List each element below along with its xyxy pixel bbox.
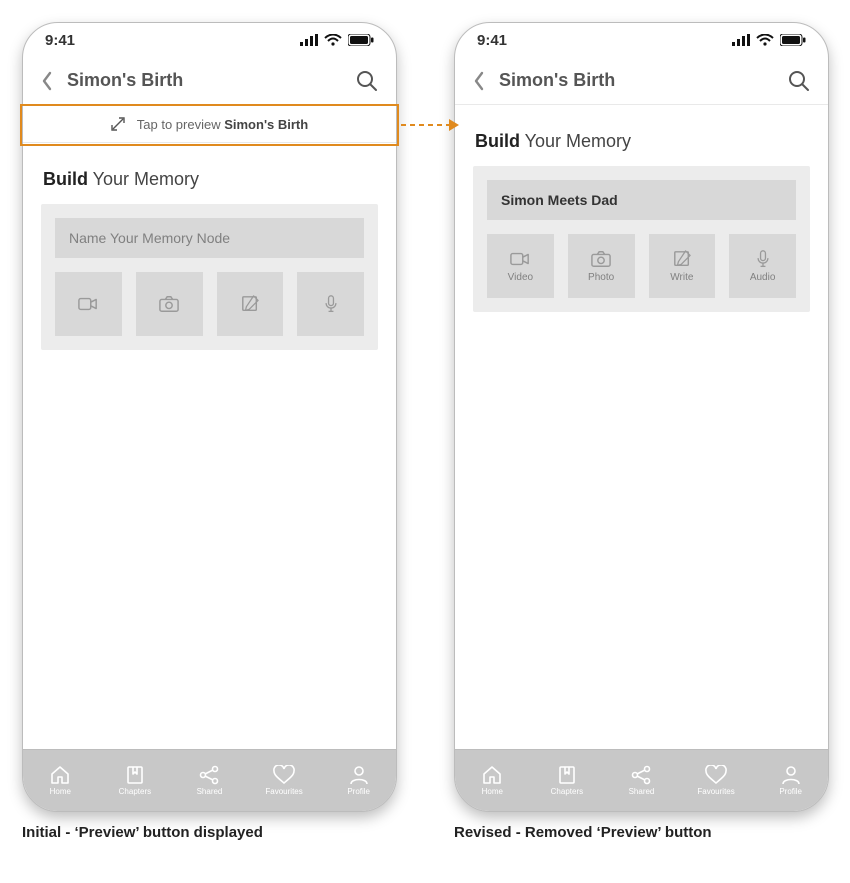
content-area: Build Your Memory Name Your Memory Node [23,143,396,749]
tile-video[interactable]: Video [487,234,554,298]
build-heading: Build Your Memory [43,169,376,190]
tab-label: Chapters [119,787,151,796]
tab-label: Home [50,787,71,796]
tile-photo[interactable]: Photo [568,234,635,298]
mic-icon [321,295,341,313]
tab-chapters[interactable]: Chapters [98,750,173,811]
camera-icon [591,250,611,268]
title-bar: Simon's Birth [455,57,828,105]
profile-icon [348,765,370,785]
status-time: 9:41 [477,32,507,49]
battery-icon [780,34,806,46]
tile-write[interactable]: Write [649,234,716,298]
status-icons [300,34,374,46]
tab-label: Profile [779,787,802,796]
wifi-icon [324,34,342,46]
tile-audio[interactable] [297,272,364,336]
status-time: 9:41 [45,32,75,49]
video-icon [510,250,530,268]
signal-icon [732,34,750,46]
tile-write[interactable] [217,272,284,336]
tab-bar: Home Chapters Shared Favourites Profile [455,749,828,811]
bookmark-icon [124,765,146,785]
bookmark-icon [556,765,578,785]
home-icon [481,765,503,785]
title-bar: Simon's Birth [23,57,396,105]
memory-name-input[interactable]: Name Your Memory Node [55,218,364,258]
build-panel: Name Your Memory Node [41,204,378,350]
phone-initial: 9:41 Simon's Birth Tap to preview Simon'… [22,22,397,812]
tab-label: Shared [629,787,655,796]
tile-video[interactable] [55,272,122,336]
tab-label: Favourites [697,787,734,796]
media-tiles [55,272,364,336]
memory-name-input[interactable]: Simon Meets Dad [487,180,796,220]
preview-banner[interactable]: Tap to preview Simon's Birth [23,105,396,143]
tab-chapters[interactable]: Chapters [530,750,605,811]
tab-home[interactable]: Home [455,750,530,811]
video-icon [78,295,98,313]
heart-icon [273,765,295,785]
camera-icon [159,295,179,313]
status-bar: 9:41 [455,23,828,57]
expand-icon [111,117,125,131]
wifi-icon [756,34,774,46]
search-icon[interactable] [356,70,378,92]
signal-icon [300,34,318,46]
search-icon[interactable] [788,70,810,92]
mic-icon [753,250,773,268]
tab-profile[interactable]: Profile [321,750,396,811]
tile-label: Write [670,272,693,283]
tile-photo[interactable] [136,272,203,336]
tab-label: Shared [197,787,223,796]
heart-icon [705,765,727,785]
profile-icon [780,765,802,785]
tab-home[interactable]: Home [23,750,98,811]
tile-label: Video [508,272,533,283]
tab-profile[interactable]: Profile [753,750,828,811]
write-icon [672,250,692,268]
build-panel: Simon Meets Dad Video Photo Write [473,166,810,312]
build-heading: Build Your Memory [475,131,808,152]
preview-text: Tap to preview Simon's Birth [137,117,308,132]
write-icon [240,295,260,313]
back-icon[interactable] [41,71,53,91]
tile-audio[interactable]: Audio [729,234,796,298]
page-title: Simon's Birth [499,70,615,91]
tile-label: Audio [750,272,776,283]
tab-shared[interactable]: Shared [172,750,247,811]
status-bar: 9:41 [23,23,396,57]
battery-icon [348,34,374,46]
tile-label: Photo [588,272,614,283]
tab-label: Chapters [551,787,583,796]
phone-revised: 9:41 Simon's Birth Build Your Memory Sim… [454,22,829,812]
share-icon [630,765,652,785]
tab-label: Profile [347,787,370,796]
caption-left: Initial - ‘Preview’ button displayed [22,824,263,841]
caption-right: Revised - Removed ‘Preview’ button [454,824,712,841]
share-icon [198,765,220,785]
tab-favourites[interactable]: Favourites [679,750,754,811]
tab-shared[interactable]: Shared [604,750,679,811]
back-icon[interactable] [473,71,485,91]
home-icon [49,765,71,785]
content-area: Build Your Memory Simon Meets Dad Video … [455,105,828,749]
comparison-stage: 9:41 Simon's Birth Tap to preview Simon'… [0,0,850,883]
tab-label: Home [482,787,503,796]
status-icons [732,34,806,46]
tab-bar: Home Chapters Shared Favourites Profile [23,749,396,811]
page-title: Simon's Birth [67,70,183,91]
change-arrow [399,114,461,136]
tab-favourites[interactable]: Favourites [247,750,322,811]
media-tiles: Video Photo Write Audio [487,234,796,298]
tab-label: Favourites [265,787,302,796]
